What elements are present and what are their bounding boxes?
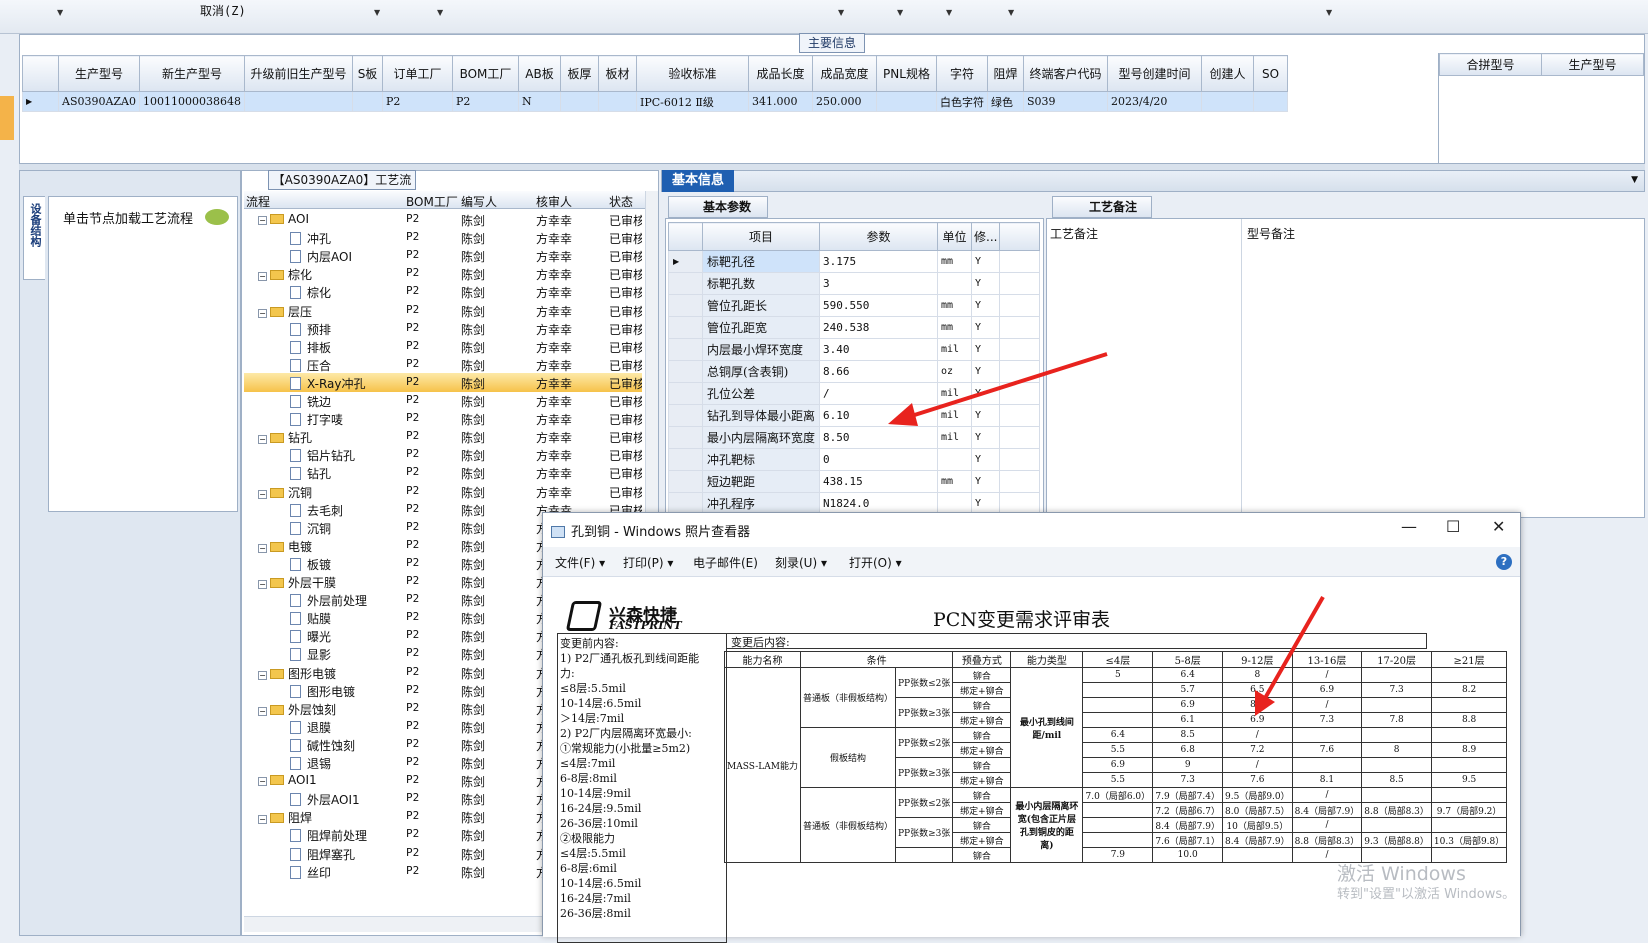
red-arrow-1 bbox=[904, 352, 1108, 420]
red-arrowhead-2 bbox=[1255, 690, 1275, 716]
red-arrow-2 bbox=[1262, 596, 1325, 701]
annotation-arrows bbox=[888, 352, 1325, 716]
red-arrowhead-1 bbox=[888, 403, 918, 426]
